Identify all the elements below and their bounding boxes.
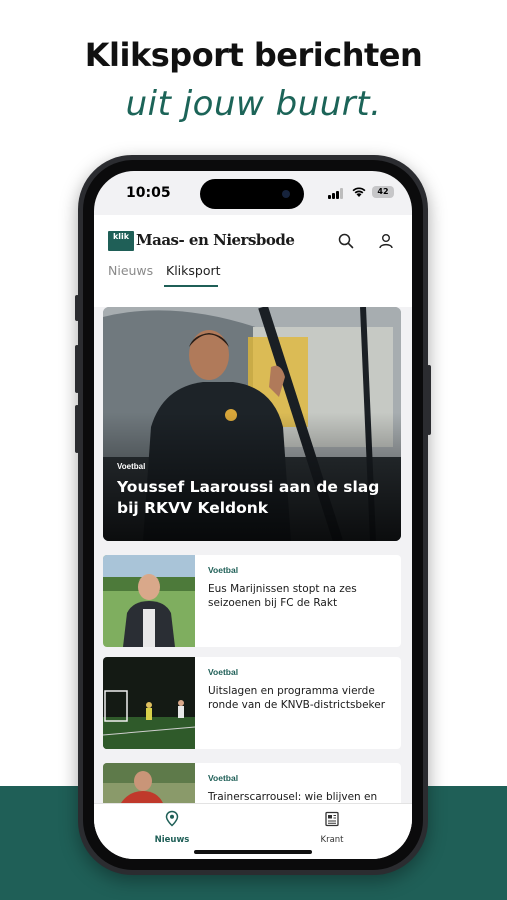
active-tab-indicator <box>164 285 218 287</box>
nav-krant-label: Krant <box>320 835 344 845</box>
phone-mockup: 10:05 42 klik Maas- en Niersbode Nieuws … <box>75 155 431 875</box>
nav-nieuws[interactable]: Nieuws <box>132 810 212 845</box>
tab-nieuws[interactable]: Nieuws <box>108 263 153 278</box>
volume-up-button <box>75 345 79 393</box>
article-title[interactable]: Eus Marijnissen stopt na zes seizoenen b… <box>208 582 388 610</box>
dynamic-island <box>200 179 304 209</box>
promo-subline: uit jouw buurt. <box>125 84 382 124</box>
article-category: Voetbal <box>208 773 239 783</box>
article-thumbnail <box>103 657 195 749</box>
article-card[interactable]: Voetbal Trainerscarrousel: wie blijven e… <box>103 763 401 803</box>
article-title[interactable]: Uitslagen en programma vierde ronde van … <box>208 684 388 712</box>
search-icon[interactable] <box>334 229 358 253</box>
hero-article[interactable]: Voetbal Youssef Laaroussi aan de slag bi… <box>103 307 401 541</box>
article-card[interactable]: Voetbal Eus Marijnissen stopt na zes sei… <box>103 555 401 647</box>
camera-dot <box>282 190 290 198</box>
publication-name[interactable]: Maas- en Niersbode <box>136 231 295 249</box>
bottom-navigation: Nieuws Krant <box>94 803 412 859</box>
status-bar: 10:05 42 <box>94 171 412 215</box>
user-icon[interactable] <box>374 229 398 253</box>
nav-nieuws-label: Nieuws <box>154 835 190 845</box>
app-screen: 10:05 42 klik Maas- en Niersbode Nieuws … <box>94 171 412 859</box>
article-feed[interactable]: Voetbal Youssef Laaroussi aan de slag bi… <box>94 307 412 803</box>
mute-switch <box>75 295 79 321</box>
article-category: Voetbal <box>208 565 239 575</box>
battery-indicator: 42 <box>372 186 394 198</box>
map-pin-icon <box>165 810 179 827</box>
article-card[interactable]: Voetbal Uitslagen en programma vierde ro… <box>103 657 401 749</box>
hero-category: Voetbal <box>117 462 146 471</box>
article-thumbnail <box>103 555 195 647</box>
promo-headline: Kliksport berichten <box>84 36 423 74</box>
klik-logo[interactable]: klik <box>108 231 134 251</box>
app-header: klik Maas- en Niersbode Nieuws Kliksport <box>94 215 412 307</box>
article-category: Voetbal <box>208 667 239 677</box>
wifi-icon <box>352 187 366 197</box>
home-indicator[interactable] <box>194 850 312 854</box>
tab-kliksport[interactable]: Kliksport <box>166 263 221 278</box>
cellular-signal-icon <box>328 188 346 199</box>
volume-down-button <box>75 405 79 453</box>
power-button <box>427 365 431 435</box>
hero-title[interactable]: Youssef Laaroussi aan de slag bij RKVV K… <box>117 477 389 519</box>
article-thumbnail <box>103 763 195 803</box>
newspaper-icon <box>325 811 339 827</box>
nav-krant[interactable]: Krant <box>292 810 372 845</box>
status-time: 10:05 <box>126 185 171 201</box>
article-title[interactable]: Trainerscarrousel: wie blijven en <box>208 790 388 803</box>
